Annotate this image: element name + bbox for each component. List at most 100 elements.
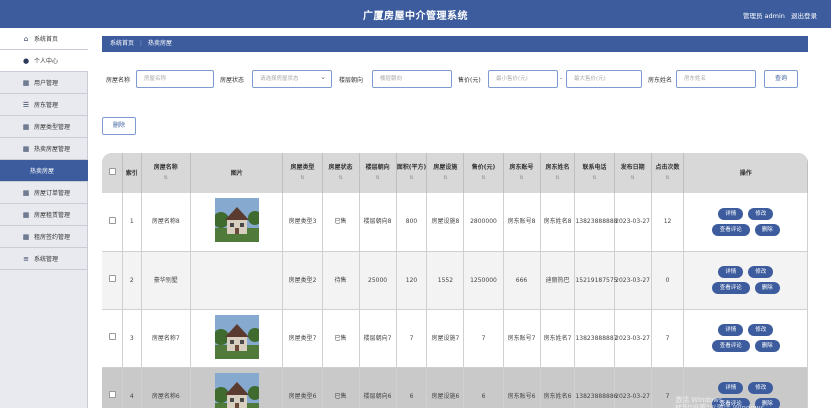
header-date: 发布日期 ⇅ [614, 153, 652, 193]
cell-date: 2023-03-27 [614, 367, 652, 408]
sidebar-item-label: 房屋订单管理 [34, 190, 71, 197]
sort-icon[interactable]: ⇅ [541, 174, 575, 183]
breadcrumb-current: 热卖房屋 [148, 40, 173, 47]
sidebar-item-label: 房东管理 [34, 102, 59, 109]
query-button[interactable]: 查询 [764, 70, 798, 88]
sidebar-item-landlords[interactable]: ☰ 房东管理 [0, 94, 88, 116]
cell-price: 1250000 [463, 251, 504, 310]
edit-button[interactable]: 修改 [748, 266, 774, 278]
sidebar-item-orders[interactable]: ▦ 房屋订单管理 [0, 182, 88, 204]
sidebar-item-home[interactable]: ⌂ 系统首页 [0, 28, 88, 50]
name-input[interactable]: 房屋名称 [136, 70, 214, 88]
cell-type: 房屋类型6 [282, 367, 323, 408]
cell-clicks: 12 [651, 193, 685, 252]
sidebar-item-label: 租房签约管理 [34, 234, 71, 241]
view-comments-button[interactable]: 查看评论 [711, 282, 750, 294]
sidebar-item-rentals[interactable]: ▦ 房屋租赁管理 [0, 204, 88, 226]
sort-icon[interactable]: ⇅ [360, 174, 396, 183]
cell-date: 2023-03-27 [614, 193, 652, 252]
edit-button[interactable]: 修改 [748, 324, 774, 336]
sidebar-item-profile[interactable]: ● 个人中心 [0, 50, 88, 72]
edit-button[interactable]: 修改 [748, 382, 774, 394]
cell-image [190, 193, 284, 252]
sort-icon[interactable]: ⇅ [142, 174, 190, 183]
sidebar-item-hot-houses-mgmt[interactable]: ▦ 热卖房屋管理 [0, 138, 88, 160]
sort-icon[interactable]: ⇅ [464, 174, 502, 183]
range-separator: - [560, 75, 563, 82]
view-comments-button[interactable]: 查看评论 [711, 340, 750, 352]
detail-button[interactable]: 详情 [718, 207, 744, 220]
cell-image [190, 309, 284, 368]
sort-icon[interactable]: ⇅ [283, 174, 321, 183]
max-price-input[interactable]: 最大售价(元) [566, 70, 642, 88]
cell-status: 已售 [322, 193, 360, 252]
breadcrumb: 系统首页 ⋮ 热卖房屋 [102, 36, 808, 52]
header-account: 房东账号 ⇅ [503, 153, 541, 193]
row-checkbox[interactable] [108, 333, 116, 340]
sidebar-item-house-types[interactable]: ▦ 房屋类型管理 [0, 116, 88, 138]
detail-button[interactable]: 详情 [718, 324, 744, 336]
select-all-checkbox[interactable] [108, 168, 116, 175]
cell-type: 房屋类型7 [282, 309, 323, 368]
sidebar-item-contracts[interactable]: ▦ 租房签约管理 [0, 226, 88, 248]
header-price: 售价(元) ⇅ [463, 153, 504, 193]
cell-date: 2023-03-27 [614, 309, 652, 368]
delete-button[interactable]: 删除 [754, 223, 780, 236]
table-row: 3 房屋名称7 房屋类型7 已售 楼层朝向7 7 房屋设施7 7 房东账号7 房… [102, 309, 808, 368]
detail-button[interactable]: 详情 [718, 266, 744, 278]
sort-icon[interactable]: ⇅ [615, 174, 651, 183]
orientation-input[interactable]: 楼层朝向 [372, 70, 452, 88]
cell-area: 7 [396, 309, 428, 368]
status-select[interactable]: 请选择房屋状态 [252, 69, 332, 88]
search-bar: 房屋名称 房屋名称 房屋状态 请选择房屋状态 楼层朝向 楼层朝向 售价(元) 最… [102, 68, 808, 90]
header-phone: 联系电话 ⇅ [574, 153, 615, 193]
grid-icon: ▦ [22, 78, 30, 87]
cell-index: 3 [122, 309, 142, 368]
orientation-label: 楼层朝向 [339, 77, 364, 84]
row-checkbox[interactable] [108, 275, 116, 282]
cell-actions: 详情 修改 查看评论 删除 [683, 251, 808, 310]
main-content: 系统首页 ⋮热卖房屋 房屋名称 房屋名称 房屋状态 请选择房屋状态 楼层朝向 楼层… [88, 28, 831, 408]
sidebar-item-label: 系统首页 [34, 36, 59, 43]
sort-icon[interactable]: ⇅ [504, 174, 540, 183]
delete-button[interactable]: 删除 [754, 340, 780, 352]
breadcrumb-home[interactable]: 系统首页 [110, 40, 134, 47]
cell-actions: 详情 修改 查看评论 删除 [683, 193, 808, 252]
cell-name: 豪华别墅 [141, 251, 191, 310]
cell-actions: 详情 修改 查看评论 删除 [683, 309, 808, 368]
min-price-input[interactable]: 最小售价(元) [488, 70, 558, 88]
cell-account: 666 [503, 251, 541, 310]
sidebar: ⌂ 系统首页 ● 个人中心 ▦ 用户管理 ☰ 房东管理 ▦ 房屋类型管理 ▦ 热… [0, 28, 88, 408]
batch-delete-button[interactable]: 删除 [102, 117, 136, 135]
cell-phone: 13823888888 [574, 193, 617, 252]
edit-button[interactable]: 修改 [748, 207, 774, 220]
sort-icon[interactable]: ⇅ [427, 174, 463, 183]
sort-icon[interactable]: ⇅ [397, 174, 427, 183]
cell-type: 房屋类型3 [282, 193, 323, 252]
cell-facility: 房屋设施6 [426, 367, 465, 408]
sort-icon[interactable]: ⇅ [652, 174, 684, 183]
grid-icon: ▦ [22, 232, 30, 241]
cell-account: 房东账号8 [503, 193, 541, 252]
sidebar-item-system[interactable]: ≡ 系统管理 [0, 248, 88, 270]
header-area: 面积(平方) ⇅ [396, 153, 428, 193]
sort-icon[interactable]: ⇅ [323, 174, 359, 183]
delete-button[interactable]: 删除 [754, 282, 780, 294]
view-comments-button[interactable]: 查看评论 [711, 223, 750, 236]
sidebar-subitem-hot-houses[interactable]: 热卖房屋 [0, 160, 88, 182]
sort-icon[interactable]: ⇅ [575, 174, 613, 183]
sidebar-item-users[interactable]: ▦ 用户管理 [0, 72, 88, 94]
app-title: 广厦房屋中介管理系统 [363, 11, 468, 22]
house-photo [214, 372, 259, 408]
cell-name: 房屋名称8 [141, 193, 191, 252]
row-checkbox[interactable] [108, 391, 116, 398]
logout-link[interactable]: 退出登录 [791, 12, 817, 20]
cell-phone: 13823888887 [574, 309, 617, 368]
cell-orientation: 楼层朝向6 [359, 367, 397, 408]
row-checkbox[interactable] [108, 216, 116, 224]
landlord-input[interactable]: 房东姓名 [676, 70, 756, 88]
header-actions: 操作 [683, 153, 808, 193]
detail-button[interactable]: 详情 [718, 382, 744, 394]
header-status: 房屋状态 ⇅ [322, 153, 360, 193]
cell-date: 2023-03-27 [614, 251, 652, 310]
